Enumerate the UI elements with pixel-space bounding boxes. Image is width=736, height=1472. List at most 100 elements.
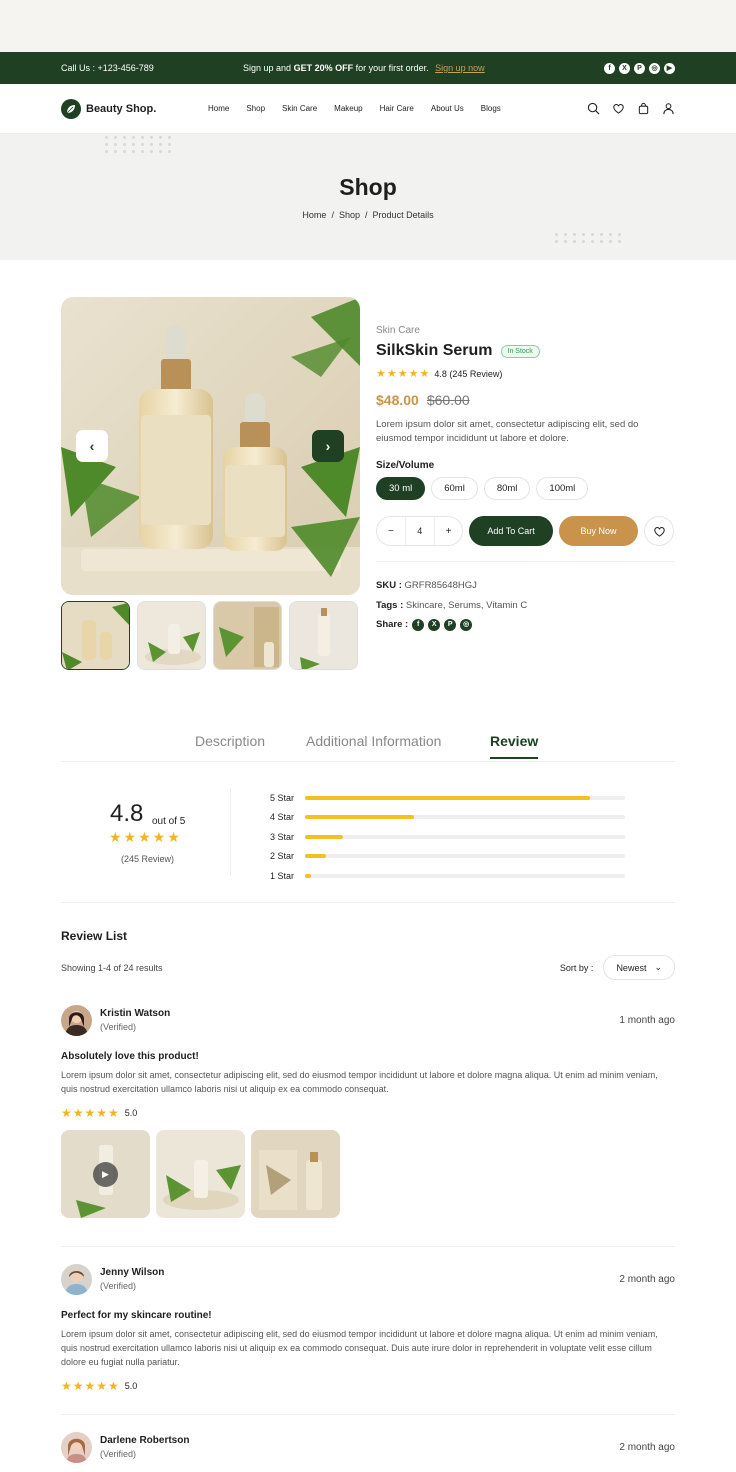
tab-review[interactable]: Review [490, 733, 539, 759]
size-option-30ml[interactable]: 30 ml [376, 477, 426, 500]
review-body: Lorem ipsum dolor sit amet, consectetur … [61, 1070, 658, 1094]
product-tabs: Description Additional Information Revie… [61, 733, 675, 762]
decorative-dots [555, 233, 627, 243]
x-icon[interactable]: X [619, 62, 630, 74]
size-options: 30 ml 60ml 80ml 100ml [376, 477, 674, 500]
review-video-thumbnail[interactable]: ▶ [61, 1130, 150, 1218]
prev-image-button[interactable]: ‹ [76, 430, 108, 462]
avatar [61, 1264, 92, 1295]
pinterest-icon[interactable]: P [444, 618, 457, 631]
thumbnail[interactable] [137, 601, 206, 670]
wishlist-button[interactable] [644, 516, 674, 546]
breadcrumb-shop[interactable]: Shop [339, 210, 360, 220]
rating-bar-track [305, 815, 625, 820]
heart-icon[interactable] [612, 102, 625, 115]
product-description: Lorem ipsum dolor sit amet, consectetur … [376, 419, 639, 444]
review-time: 2 month ago [619, 1442, 675, 1453]
score-out-of: out of 5 [152, 816, 186, 827]
size-option-100ml[interactable]: 100ml [536, 477, 589, 500]
play-icon[interactable]: ▶ [93, 1162, 118, 1187]
buy-now-button[interactable]: Buy Now [558, 516, 639, 546]
rating-bar-label: 2 Star [270, 851, 295, 862]
breadcrumb-home[interactable]: Home [302, 210, 326, 220]
product-info: Skin Care SilkSkin Serum In Stock ★★★★★ … [376, 297, 674, 635]
review-item: Jenny Wilson (Verified) 2 month ago Perf… [61, 1264, 675, 1393]
review-image[interactable] [156, 1130, 245, 1218]
quantity-value[interactable]: 4 [404, 517, 435, 545]
rating-bar-row: 1 Star [270, 866, 626, 886]
review-rating: ★★★★★ 5.0 [61, 1379, 138, 1393]
rating-bar-track [305, 854, 625, 859]
share-row: Share : f X P ◎ [376, 615, 674, 635]
thumbnail[interactable] [213, 601, 282, 670]
facebook-icon[interactable]: f [412, 618, 425, 631]
size-option-60ml[interactable]: 60ml [431, 477, 478, 500]
nav-menu: Home Shop Skin Care Makeup Hair Care Abo… [208, 104, 518, 113]
sort-select[interactable]: Newest ⌄ [603, 955, 675, 980]
thumbnail[interactable] [61, 601, 130, 670]
nav-item-hair-care[interactable]: Hair Care [380, 104, 414, 113]
review-time: 2 month ago [619, 1274, 675, 1285]
nav-item-shop[interactable]: Shop [246, 104, 265, 113]
old-price: $60.00 [426, 392, 470, 408]
reviewer-name: Kristin Watson [100, 1008, 171, 1019]
instagram-icon[interactable]: ◎ [649, 62, 660, 74]
tab-additional-information[interactable]: Additional Information [306, 733, 441, 749]
tags-value: Skincare, Serums, Vitamin C [405, 599, 528, 611]
review-item: Kristin Watson (Verified) 1 month ago Ab… [61, 1005, 675, 1218]
divider [230, 788, 231, 876]
breadcrumb: Home / Shop / Product Details [302, 210, 434, 220]
verified-label: (Verified) [100, 1281, 137, 1291]
size-option-80ml[interactable]: 80ml [483, 477, 531, 500]
avatar [61, 1432, 92, 1463]
thumbnail[interactable] [289, 601, 358, 670]
rating-bar-row: 3 Star [270, 827, 626, 847]
user-icon[interactable] [662, 102, 675, 115]
x-icon[interactable]: X [428, 618, 441, 631]
breadcrumb-current: Product Details [372, 210, 434, 220]
bag-icon[interactable] [637, 102, 650, 115]
sort-control: Sort by : Newest ⌄ [560, 955, 675, 980]
page-title: Shop [339, 174, 397, 200]
add-to-cart-button[interactable]: Add To Cart [469, 516, 553, 546]
nav-item-about-us[interactable]: About Us [431, 104, 464, 113]
facebook-icon[interactable]: f [604, 62, 615, 74]
rating-bar-track [305, 795, 625, 800]
review-image[interactable] [251, 1130, 340, 1218]
rating-distribution: 5 Star 4 Star 3 Star 2 Star 1 Star [270, 788, 626, 886]
increase-quantity-button[interactable]: + [435, 526, 463, 537]
rating-bar-fill [305, 795, 590, 800]
rating-bar-label: 4 Star [270, 812, 295, 823]
rating-stars-icon: ★★★★★ [376, 368, 431, 380]
heart-icon [653, 526, 665, 537]
signup-link[interactable]: Sign up now [435, 63, 485, 73]
nav-item-blogs[interactable]: Blogs [481, 104, 501, 113]
decrease-quantity-button[interactable]: − [377, 526, 405, 537]
nav-item-makeup[interactable]: Makeup [334, 104, 362, 113]
sku-value: GRFR85648HGJ [404, 580, 477, 591]
results-count: Showing 1-4 of 24 results [61, 963, 163, 973]
review-title: Absolutely love this product! [61, 1051, 199, 1062]
tab-description[interactable]: Description [195, 733, 265, 749]
rating-bar-fill [305, 873, 312, 878]
average-score: 4.8 [110, 800, 144, 827]
logo[interactable]: Beauty Shop. [61, 98, 156, 119]
reviewer-name: Darlene Robertson [100, 1435, 190, 1446]
chevron-down-icon: ⌄ [654, 962, 662, 972]
nav-item-skin-care[interactable]: Skin Care [282, 104, 317, 113]
next-image-button[interactable]: › [312, 430, 344, 462]
product-name: SilkSkin Serum [376, 342, 493, 359]
leaf-logo-icon [61, 98, 81, 119]
youtube-icon[interactable]: ▶ [664, 62, 675, 74]
social-links: f X P ◎ ▶ [604, 62, 675, 74]
size-label: Size/Volume [376, 460, 435, 471]
divider [61, 1414, 675, 1415]
instagram-icon[interactable]: ◎ [460, 618, 473, 631]
divider [61, 1246, 675, 1247]
pinterest-icon[interactable]: P [634, 62, 645, 74]
nav-item-home[interactable]: Home [208, 104, 229, 113]
search-icon[interactable] [587, 102, 600, 115]
rating-bar-label: 1 Star [270, 870, 295, 881]
avatar [61, 1005, 92, 1036]
verified-label: (Verified) [100, 1449, 137, 1459]
